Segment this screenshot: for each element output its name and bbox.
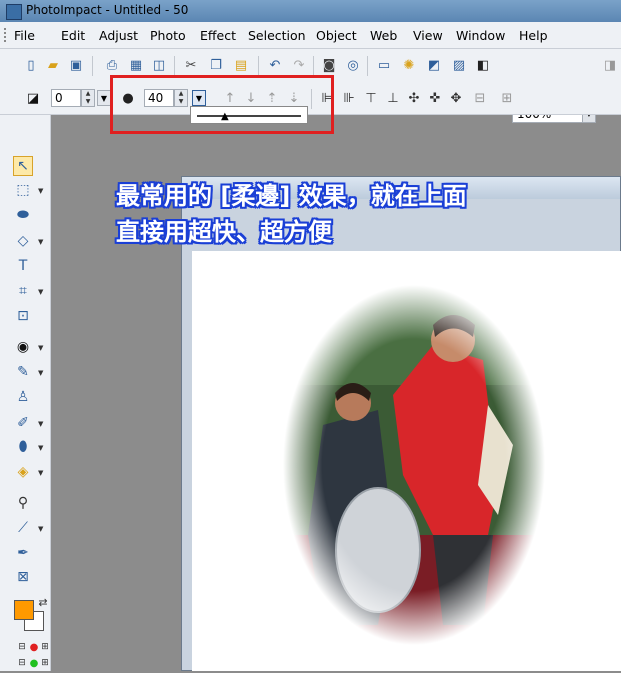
menu-effect[interactable]: Effect: [200, 28, 236, 43]
align-center-icon[interactable]: ⊪: [340, 89, 358, 107]
crop-tool-icon[interactable]: ⌗: [13, 281, 33, 301]
menu-selection[interactable]: Selection: [248, 28, 306, 43]
menu-object[interactable]: Object: [316, 28, 357, 43]
photo-softedge: [283, 285, 545, 645]
redo-icon[interactable]: ↷: [290, 56, 308, 74]
scan-icon[interactable]: ◫: [150, 56, 168, 74]
paste-icon[interactable]: ▤: [232, 56, 250, 74]
menu-web[interactable]: Web: [370, 28, 397, 43]
title-bar: PhotoImpact - Untitled - 50: [0, 0, 621, 22]
paint-brush-icon[interactable]: ✐: [13, 413, 33, 433]
same-width-icon[interactable]: ⊟: [471, 89, 489, 107]
same-height-icon[interactable]: ⊞: [498, 89, 516, 107]
plus-icon-2[interactable]: ⊞: [35, 653, 55, 673]
menu-view[interactable]: View: [413, 28, 443, 43]
effect-brush-icon[interactable]: ✎: [13, 362, 33, 382]
eye-tool-icon[interactable]: ◉: [13, 337, 33, 357]
shape-tool-icon[interactable]: ◇: [13, 231, 33, 251]
tool-panel: ↖ ⬚ ▼ ⬬ ◇ ▼ T ⌗ ▼ ⊡ ◉ ▼ ✎ ▼ ♙ ✐ ▼ ⬮ ▼ ◈ …: [0, 115, 51, 671]
width-input[interactable]: 0: [51, 89, 81, 107]
menu-photo[interactable]: Photo: [150, 28, 186, 43]
photo-icon[interactable]: ▨: [450, 56, 468, 74]
fill-tool-icon[interactable]: ◈: [13, 462, 33, 482]
menu-file[interactable]: File: [14, 28, 35, 43]
width-spinner[interactable]: ▲ ▼: [81, 89, 95, 107]
transform-tool-icon[interactable]: ⊡: [13, 306, 33, 326]
document-window: [181, 176, 621, 671]
undo-icon[interactable]: ↶: [266, 56, 284, 74]
overlay-caption-line1: 最常用的 [柔邊] 效果，就在上面: [116, 182, 467, 210]
zoom-icon[interactable]: ⚲: [13, 493, 33, 513]
palette-icon[interactable]: ◧: [474, 56, 492, 74]
menubar-grip[interactable]: [4, 28, 9, 42]
camera-icon[interactable]: ◙: [320, 56, 338, 74]
swap-colors-icon[interactable]: ⇄: [33, 592, 53, 612]
eyedropper-icon[interactable]: ⟋: [13, 518, 33, 538]
center-h-icon[interactable]: ✜: [426, 89, 444, 107]
menu-edit[interactable]: Edit: [61, 28, 85, 43]
extra-icon[interactable]: ◨: [601, 56, 619, 74]
menu-adjust[interactable]: Adjust: [99, 28, 138, 43]
capture-icon[interactable]: ◎: [344, 56, 362, 74]
color-mode-icon[interactable]: ◪: [24, 89, 42, 107]
align-middle-icon[interactable]: ⊥: [384, 89, 402, 107]
menu-bar: File Edit Adjust Photo Effect Selection …: [0, 22, 621, 49]
window-title: PhotoImpact - Untitled - 50: [26, 3, 189, 17]
eraser-icon[interactable]: ⬮: [13, 437, 33, 457]
width-dropdown-icon[interactable]: ▼: [97, 90, 111, 106]
pick-tool-icon[interactable]: ↖: [13, 156, 33, 176]
foreground-color-swatch[interactable]: [14, 600, 34, 620]
menu-window[interactable]: Window: [456, 28, 505, 43]
app-icon: [6, 4, 22, 20]
open-icon[interactable]: ▰: [44, 56, 62, 74]
overlay-caption-line2: 直接用超快、超方便: [116, 218, 332, 246]
monitor-icon[interactable]: ▭: [375, 56, 393, 74]
highlight-box: [110, 75, 334, 134]
distribute-icon[interactable]: ✣: [405, 89, 423, 107]
canvas[interactable]: [192, 251, 621, 671]
curve-icon[interactable]: ◩: [425, 56, 443, 74]
cut-icon[interactable]: ✂: [182, 56, 200, 74]
text-tool-icon[interactable]: T: [13, 256, 33, 276]
path-tool-icon[interactable]: ⊠: [13, 567, 33, 587]
new-icon[interactable]: ▯: [22, 56, 40, 74]
browse-icon[interactable]: ▦: [127, 56, 145, 74]
print-icon[interactable]: ⎙: [103, 56, 121, 74]
save-icon[interactable]: ▣: [67, 56, 85, 74]
menu-help[interactable]: Help: [519, 28, 548, 43]
magic-wand-icon[interactable]: ⬬: [13, 205, 33, 225]
selection-tool-icon[interactable]: ⬚: [13, 180, 33, 200]
pen-tool-icon[interactable]: ✒: [13, 543, 33, 563]
stamp-tool-icon[interactable]: ♙: [13, 387, 33, 407]
center-v-icon[interactable]: ✥: [447, 89, 465, 107]
copy-icon[interactable]: ❐: [207, 56, 225, 74]
brightness-icon[interactable]: ✺: [400, 56, 418, 74]
align-top-icon[interactable]: ⊤: [362, 89, 380, 107]
